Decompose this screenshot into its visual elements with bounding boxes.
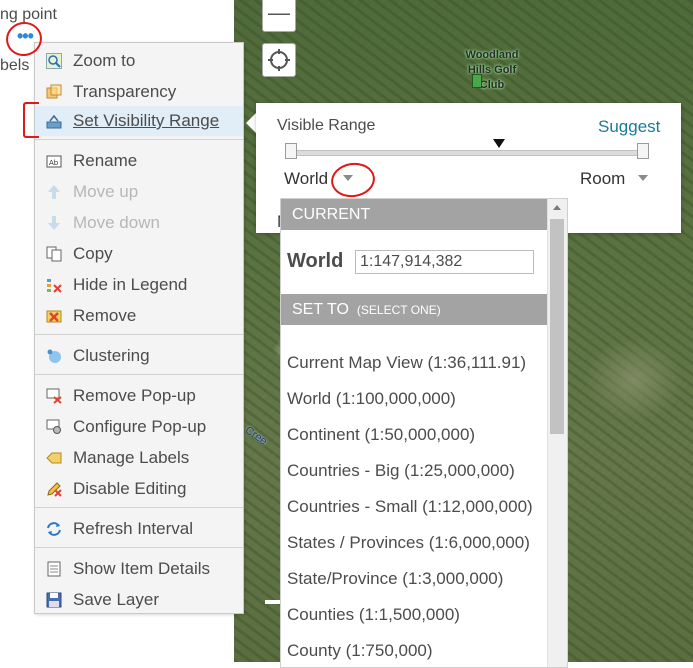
menu-divider [35,507,243,508]
menu-item-zoom-to[interactable]: Zoom to [35,46,243,76]
scale-option-world[interactable]: World (1:100,000,000) [287,389,456,409]
menu-item-show-item-details[interactable]: Show Item Details [35,554,243,584]
configure-popup-icon [45,418,63,436]
svg-text:Ab: Ab [49,159,59,167]
menu-item-configure-popup[interactable]: Configure Pop-up [35,412,243,442]
hide-legend-icon [45,276,63,294]
zoom-out-button[interactable]: — [262,0,296,32]
slider-handle-max[interactable] [637,143,649,159]
save-icon [45,591,63,609]
locate-button[interactable] [262,43,296,77]
menu-item-manage-labels[interactable]: Manage Labels [35,443,243,473]
menu-item-copy[interactable]: Copy [35,239,243,269]
menu-item-remove-popup[interactable]: Remove Pop-up [35,381,243,411]
dropdown-scrollbar[interactable] [547,199,567,667]
map-marker [265,600,281,604]
menu-item-clustering[interactable]: Clustering [35,341,243,371]
remove-popup-icon [45,387,63,405]
menu-divider [35,334,243,335]
scale-option-continent[interactable]: Continent (1:50,000,000) [287,425,475,445]
refresh-icon [45,520,63,538]
current-scale-name: World [287,250,344,272]
menu-divider [35,547,243,548]
copy-icon [45,245,63,263]
menu-divider [35,139,243,140]
suggest-link[interactable]: Suggest [598,117,660,137]
rename-icon: Ab [45,152,63,170]
minus-icon: — [268,0,290,25]
current-scale-marker [493,139,505,148]
arrow-down-icon [45,214,63,232]
transparency-icon [45,83,63,101]
chevron-down-icon[interactable] [638,175,648,181]
menu-item-refresh-interval[interactable]: Refresh Interval [35,514,243,544]
disable-editing-icon [45,480,63,498]
scale-option-county[interactable]: County (1:750,000) [287,641,433,661]
current-scale-input[interactable] [355,250,534,274]
current-header: CURRENT [281,199,548,230]
visible-range-title: Visible Range [277,117,376,134]
clustering-icon [45,347,63,365]
menu-divider [35,374,243,375]
scroll-up-icon[interactable] [553,205,561,210]
arrow-up-icon [45,183,63,201]
set-to-header: SET TO (SELECT ONE) [281,294,548,325]
menu-item-transparency[interactable]: Transparency [35,77,243,107]
menu-item-remove[interactable]: Remove [35,301,243,331]
remove-icon [45,307,63,325]
scale-option-state-province[interactable]: State/Province (1:3,000,000) [287,569,503,589]
menu-item-disable-editing[interactable]: Disable Editing [35,474,243,504]
menu-item-hide-in-legend[interactable]: Hide in Legend [35,270,243,300]
map-label-golf-club: Woodland Hills Golf Club [465,49,519,91]
crosshair-icon [268,49,290,71]
max-scale-select[interactable]: Room [580,169,625,189]
annotation-bracket [23,102,39,138]
slider-handle-min[interactable] [285,143,297,159]
menu-item-move-down[interactable]: Move down [35,208,243,238]
layer-context-menu: Zoom to Transparency Set Visibility Rang… [34,42,244,614]
scale-option-countries-big[interactable]: Countries - Big (1:25,000,000) [287,461,515,481]
min-scale-select[interactable]: World [284,169,328,189]
menu-item-save-layer[interactable]: Save Layer [35,585,243,615]
scale-option-counties[interactable]: Counties (1:1,500,000) [287,605,460,625]
scale-option-countries-small[interactable]: Countries - Small (1:12,000,000) [287,497,533,517]
visibility-range-slider[interactable] [285,150,647,156]
item-details-icon [45,560,63,578]
zoom-to-icon [45,52,63,70]
scale-dropdown: CURRENT World SET TO (SELECT ONE) Curren… [280,198,568,668]
manage-labels-icon [45,449,63,467]
menu-item-move-up[interactable]: Move up [35,177,243,207]
golf-flag-icon [472,74,482,88]
menu-item-set-visibility-range[interactable]: Set Visibility Range [35,106,243,136]
visibility-range-icon [45,112,63,130]
labels-fragment: bels [0,57,30,74]
scale-option-states-provinces[interactable]: States / Provinces (1:6,000,000) [287,533,530,553]
menu-item-rename[interactable]: Ab Rename [35,146,243,176]
scrollbar-thumb[interactable] [550,219,564,434]
scale-option-current-map-view[interactable]: Current Map View (1:36,111.91) [287,353,526,373]
